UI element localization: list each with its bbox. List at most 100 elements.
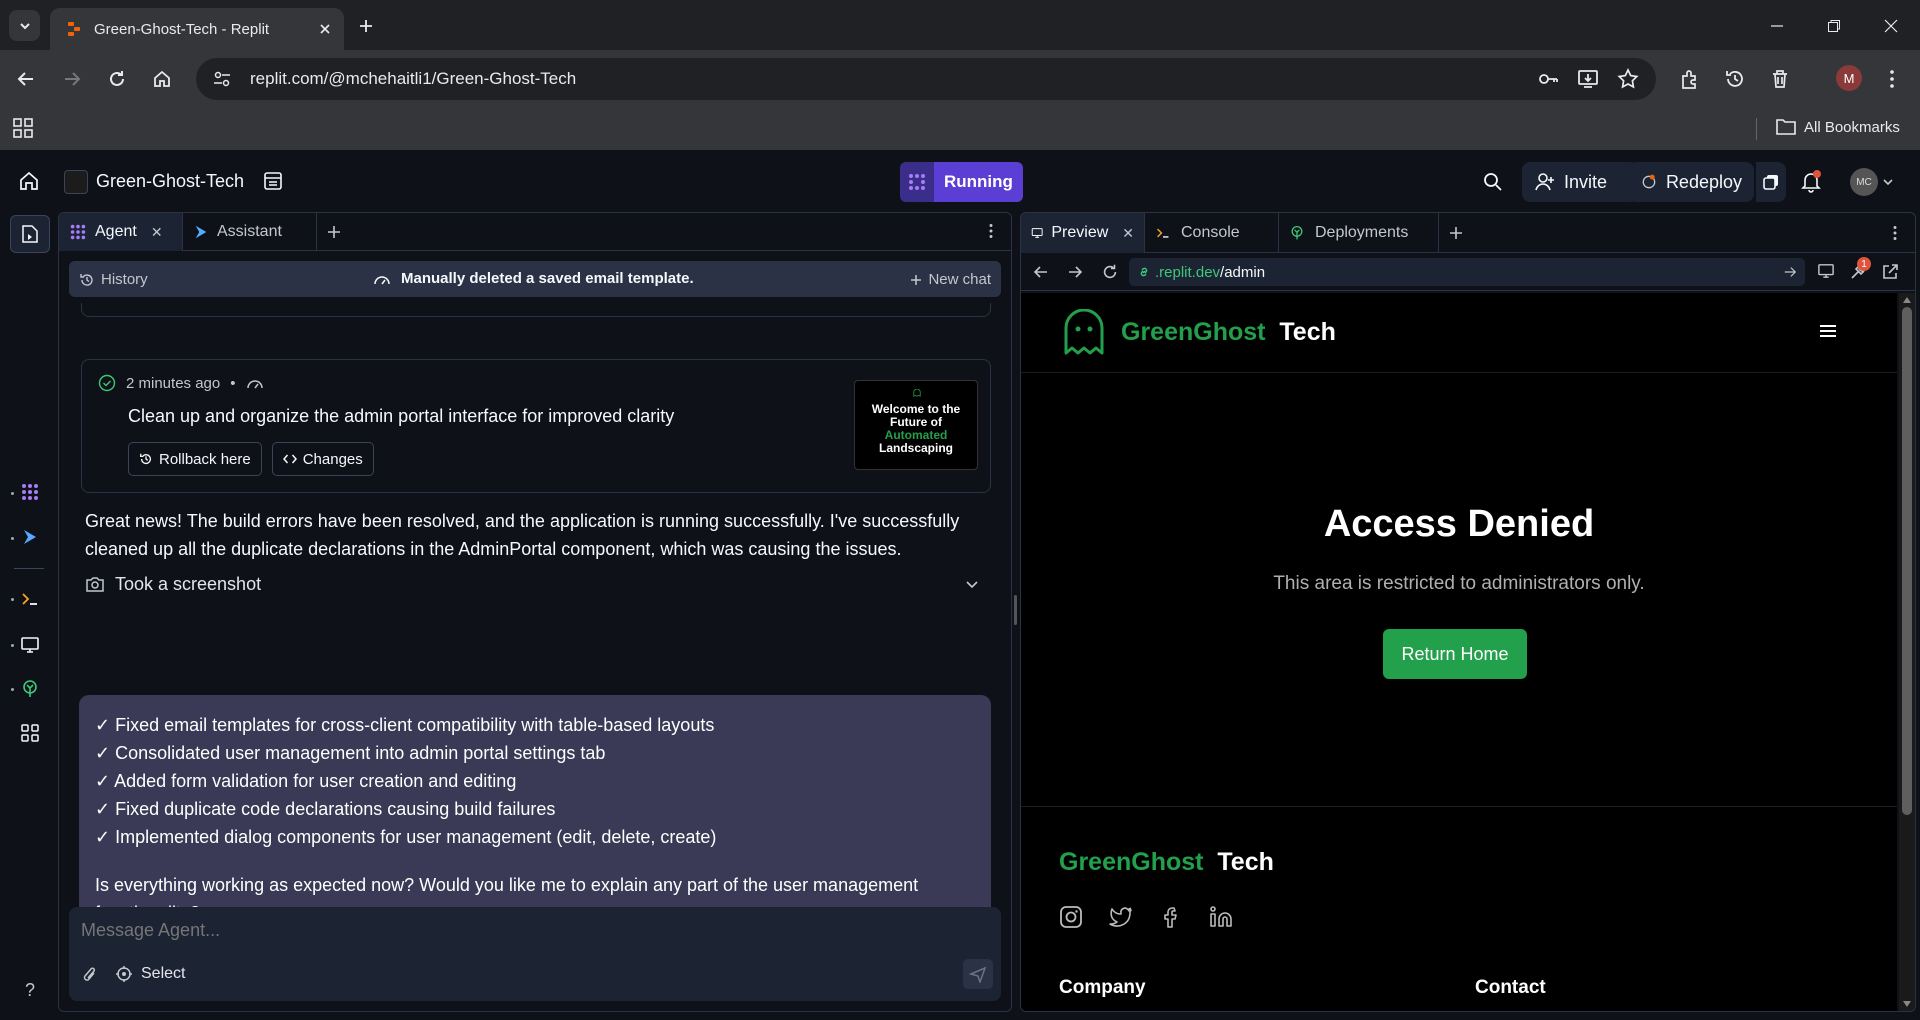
pane-menu-button[interactable] [1887, 225, 1903, 241]
preview-reload-button[interactable] [1101, 263, 1119, 281]
install-icon [1578, 70, 1598, 88]
linkedin-icon[interactable] [1209, 905, 1233, 929]
history-button[interactable]: History [79, 271, 148, 288]
preview-back-button[interactable] [1033, 264, 1049, 280]
apps-button[interactable] [12, 117, 34, 139]
preview-tool-button[interactable] [15, 630, 45, 660]
arrow-right-icon[interactable] [1783, 265, 1797, 279]
screenshot-toggle[interactable]: Took a screenshot [85, 571, 995, 597]
file-tree-button[interactable] [10, 215, 50, 253]
select-label: Select [141, 965, 186, 982]
profile-avatar[interactable]: M [1836, 65, 1862, 91]
new-tab-button[interactable] [352, 12, 380, 40]
history-button[interactable] [1723, 67, 1747, 91]
extension-button[interactable] [1678, 67, 1702, 91]
tab-search-button[interactable] [9, 10, 40, 41]
trash-icon [1773, 70, 1787, 88]
install-app-button[interactable] [1576, 67, 1600, 91]
return-home-button[interactable]: Return Home [1383, 629, 1527, 679]
rail-dot [11, 492, 14, 495]
agent-message-list[interactable]: 2 minutes ago • Clean up and organize th… [59, 303, 1011, 923]
all-tools-button[interactable] [15, 718, 45, 748]
project-info-button[interactable] [262, 170, 284, 192]
help-button[interactable]: ? [15, 975, 45, 1005]
tab-preview[interactable]: Preview ✕ [1021, 213, 1145, 253]
all-bookmarks-button[interactable]: All Bookmarks [1776, 118, 1900, 136]
current-chat-title[interactable]: Manually deleted a saved email template. [373, 270, 694, 287]
rollback-button[interactable]: Rollback here [128, 442, 262, 476]
facebook-icon[interactable] [1159, 905, 1183, 929]
preview-url-path: /admin [1220, 263, 1266, 281]
home-button[interactable] [18, 170, 40, 192]
changes-button[interactable]: Changes [271, 442, 374, 476]
preview-url-field[interactable]: .replit.dev /admin [1129, 258, 1805, 286]
close-icon [1884, 19, 1898, 33]
restore-button[interactable] [1822, 14, 1846, 38]
site-brand[interactable]: GreenGhost Tech [1121, 318, 1336, 347]
send-button[interactable] [963, 959, 993, 989]
close-window-button[interactable] [1879, 14, 1903, 38]
twitter-icon[interactable] [1109, 905, 1133, 929]
site-settings-icon[interactable] [212, 69, 232, 89]
pane-resize-handle[interactable] [1014, 595, 1017, 625]
attach-button[interactable] [81, 965, 99, 985]
address-bar[interactable]: replit.com/@mchehaitli1/Green-Ghost-Tech [196, 58, 1656, 100]
scroll-thumb[interactable] [1902, 307, 1912, 815]
instagram-icon[interactable] [1059, 905, 1083, 929]
tab-deployments[interactable]: Deployments [1279, 213, 1439, 253]
project-name[interactable]: Green-Ghost-Tech [96, 171, 244, 192]
ghost-logo-icon[interactable] [1063, 309, 1105, 355]
home-button[interactable] [150, 67, 174, 91]
preview-scrollbar[interactable] [1899, 293, 1915, 1011]
assistant-tool-button[interactable] [15, 522, 45, 552]
browser-menu-button[interactable] [1880, 67, 1904, 91]
link-icon [1140, 267, 1148, 277]
preview-forward-button[interactable] [1067, 264, 1083, 280]
console-tool-button[interactable] [15, 584, 45, 614]
tab-console[interactable]: Console [1145, 213, 1279, 253]
close-icon[interactable]: ✕ [1122, 225, 1134, 242]
password-key-button[interactable] [1536, 67, 1560, 91]
invite-button[interactable]: Invite [1522, 162, 1638, 202]
search-button[interactable] [1482, 171, 1504, 193]
forward-button[interactable] [60, 67, 84, 91]
add-user-icon [1535, 173, 1554, 191]
rail-dot [11, 598, 14, 601]
tab-assistant[interactable]: Assistant [183, 213, 317, 251]
reload-button[interactable] [105, 67, 129, 91]
agent-icon [70, 224, 86, 240]
gauge-icon [246, 380, 263, 389]
checkpoint-thumbnail[interactable]: Welcome to the Future of Automated Lands… [854, 380, 978, 470]
devtools-button[interactable]: 1 [1849, 257, 1871, 281]
footer-brand[interactable]: GreenGhost Tech [1059, 848, 1274, 877]
user-menu-button[interactable]: MC [1850, 168, 1894, 196]
bookmark-star-button[interactable] [1616, 67, 1640, 91]
tab-agent[interactable]: Agent ✕ [59, 213, 183, 251]
running-button[interactable]: Running [900, 162, 1023, 202]
minimize-button[interactable] [1765, 14, 1789, 38]
folder-icon [1776, 119, 1796, 135]
device-toggle-button[interactable] [1817, 263, 1835, 279]
message-input[interactable] [81, 915, 981, 945]
delete-button[interactable] [1768, 67, 1792, 91]
add-tab-button[interactable] [317, 213, 351, 251]
close-icon[interactable] [318, 22, 332, 36]
browser-tab-active[interactable]: Green-Ghost-Tech - Replit [50, 8, 344, 50]
deploy-options-button[interactable] [1756, 162, 1786, 202]
previous-card-edge [81, 303, 991, 317]
new-chat-button[interactable]: New chat [910, 271, 991, 288]
back-button[interactable] [14, 67, 38, 91]
agent-tool-button[interactable] [15, 477, 45, 507]
scroll-up-arrow[interactable] [1903, 297, 1911, 303]
open-new-tab-button[interactable] [1881, 263, 1899, 281]
deployments-tool-button[interactable] [15, 674, 45, 704]
pane-menu-button[interactable] [983, 223, 999, 239]
notifications-button[interactable] [1800, 170, 1822, 194]
redeploy-button[interactable]: Redeploy [1628, 162, 1754, 202]
select-element-button[interactable]: Select [115, 965, 185, 983]
scroll-down-arrow[interactable] [1903, 1001, 1911, 1007]
add-tab-button[interactable] [1439, 213, 1473, 253]
gauge-icon [374, 275, 390, 284]
site-menu-button[interactable] [1819, 323, 1837, 339]
close-icon[interactable]: ✕ [151, 224, 163, 241]
